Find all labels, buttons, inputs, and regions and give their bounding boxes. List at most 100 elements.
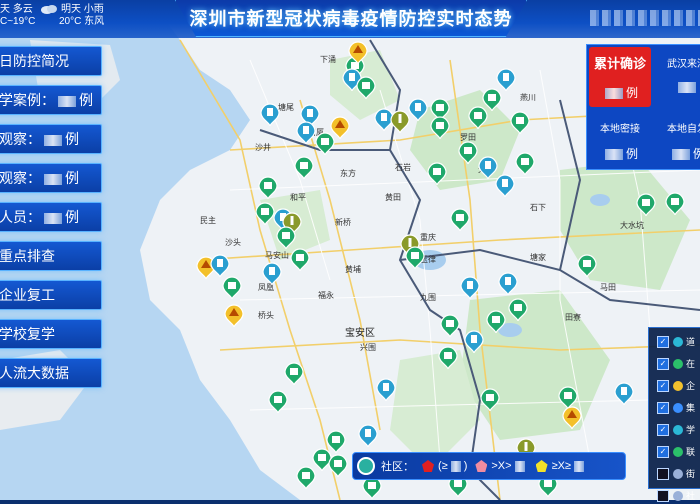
- legend-row[interactable]: ✓ 在: [649, 355, 700, 372]
- legend-row[interactable]: ✓ 集: [649, 399, 700, 416]
- layer-icon: [673, 380, 683, 391]
- left-menu: 日防控简况 学案例： 例 观察： 例 观察： 例 人员： 例 重点排查 企业复工 学校复…: [0, 46, 102, 397]
- map-label: 塘家: [530, 252, 546, 262]
- menu-label: 观察：: [0, 170, 41, 186]
- menu-label: 观察：: [0, 131, 41, 147]
- pentagon-pink-icon: [475, 460, 488, 472]
- community-range-high[interactable]: (≥): [422, 460, 467, 472]
- stat-suffix: 例: [625, 86, 638, 100]
- checkbox-icon[interactable]: ✓: [657, 379, 669, 392]
- legend-row[interactable]: 社: [649, 487, 700, 504]
- map-label: 新桥: [335, 217, 351, 227]
- range-label: (≥: [438, 460, 448, 472]
- menu-label: 学校复学: [0, 326, 55, 342]
- weather-tomorrow-desc: 明天 小雨: [61, 4, 104, 15]
- map-label: 沙井: [255, 142, 271, 152]
- weather-tomorrow-temp: 20°C 东风: [59, 16, 105, 27]
- map-label: 沙头: [225, 237, 241, 247]
- menu-label: 人流大数据: [0, 365, 69, 381]
- map-label: 马田: [600, 283, 616, 292]
- menu-suffix: 例: [79, 92, 93, 108]
- weather-tomorrow: 明天 小雨 20°C 东风: [40, 4, 104, 28]
- range-label: ≥X≥: [551, 460, 571, 472]
- community-filter-bar: 社区： (≥) >X> ≥X≥: [352, 452, 626, 480]
- menu-observation-2[interactable]: 观察： 例: [0, 163, 102, 193]
- layer-icon: [673, 468, 683, 479]
- checkbox-icon[interactable]: [657, 467, 669, 480]
- checkbox-icon[interactable]: ✓: [657, 335, 669, 348]
- checkbox-icon[interactable]: ✓: [657, 357, 669, 370]
- legend-row[interactable]: ✓ 学: [649, 421, 700, 438]
- cloud-rain-icon: [41, 5, 57, 14]
- map-label: 塘尾: [278, 102, 294, 112]
- redacted-value: [604, 149, 623, 161]
- stat-wuhan-label: 武汉来深: [667, 59, 700, 70]
- legend-row[interactable]: ✓ 道: [649, 333, 700, 350]
- community-range-low[interactable]: ≥X≥: [535, 460, 587, 472]
- redacted-value: [450, 460, 461, 472]
- menu-suffix: 例: [65, 209, 79, 225]
- menu-people-flow[interactable]: 人流大数据: [0, 358, 102, 388]
- legend-row[interactable]: ✓ 企: [649, 377, 700, 394]
- map-label: 重庆: [420, 232, 436, 242]
- map-label: 大水坑: [620, 220, 644, 230]
- checkbox-icon[interactable]: ✓: [657, 445, 669, 458]
- menu-daily-summary[interactable]: 日防控简况: [0, 46, 102, 76]
- redacted-value: [678, 82, 696, 94]
- menu-observation-1[interactable]: 观察： 例: [0, 124, 102, 154]
- stat-cumulative-value: 例: [589, 84, 651, 101]
- stat-local-self-label: 本地自发: [667, 124, 700, 135]
- layer-icon: [673, 490, 683, 501]
- legend-label: 道: [686, 337, 696, 347]
- legend-row[interactable]: 街: [649, 465, 700, 482]
- stat-local-close[interactable]: 本地密接 例: [592, 120, 648, 162]
- layer-icon: [673, 358, 683, 369]
- map-label: 九围: [420, 293, 436, 302]
- menu-suffix: 例: [65, 131, 79, 147]
- redacted-value: [671, 149, 690, 161]
- legend-label: 在: [686, 359, 696, 369]
- menu-label: 人员：: [0, 209, 41, 225]
- stat-cumulative[interactable]: 累计确诊 例: [589, 47, 651, 107]
- stat-local-self[interactable]: 本地自发 例: [662, 120, 700, 162]
- pentagon-red-icon: [422, 460, 434, 472]
- stat-local-close-value: 例: [592, 145, 648, 162]
- range-label: >X>: [491, 460, 512, 472]
- stat-suffix: 例: [692, 147, 700, 161]
- legend-label: 社: [686, 491, 696, 501]
- menu-cases[interactable]: 学案例： 例: [0, 85, 102, 115]
- stat-cumulative-label: 累计确诊: [593, 56, 646, 71]
- menu-school-resume[interactable]: 学校复学: [0, 319, 102, 349]
- menu-label: 企业复工: [0, 287, 55, 303]
- redacted-value: [44, 134, 62, 146]
- redacted-value: [44, 212, 62, 224]
- checkbox-icon[interactable]: ✓: [657, 401, 669, 414]
- datetime-redacted: [590, 10, 700, 26]
- map-label: 东方: [340, 168, 356, 178]
- stat-wuhan[interactable]: 武汉来深: [662, 55, 700, 94]
- menu-label: 日防控简况: [0, 53, 69, 69]
- community-range-mid[interactable]: >X>: [475, 460, 527, 472]
- pentagon-yellow-icon: [535, 460, 548, 472]
- menu-key-screening[interactable]: 重点排查: [0, 241, 102, 271]
- map-label: 罗田: [460, 133, 476, 142]
- map-label: 石岩: [395, 162, 411, 172]
- stat-wuhan-value: [662, 80, 700, 94]
- redacted-value: [573, 460, 584, 472]
- page-title: 深圳市新型冠状病毒疫情防控实时态势: [189, 9, 513, 29]
- redacted-value: [604, 88, 623, 100]
- checkbox-icon[interactable]: ✓: [657, 423, 669, 436]
- map-label: 福永: [318, 290, 334, 300]
- layer-icon: [673, 424, 683, 435]
- map-label: 下涌: [320, 54, 336, 64]
- legend-row[interactable]: ✓ 联: [649, 443, 700, 460]
- layer-legend: ✓ 道 ✓ 在 ✓ 企 ✓ 集 ✓ 学 ✓ 联 街 社: [648, 327, 700, 502]
- community-label: 社区：: [381, 461, 414, 473]
- location-icon[interactable]: [357, 457, 375, 475]
- layer-icon: [673, 402, 683, 413]
- layer-icon: [673, 446, 683, 457]
- legend-label: 集: [686, 403, 696, 413]
- menu-personnel[interactable]: 人员： 例: [0, 202, 102, 232]
- district-label: 宝安区: [345, 326, 375, 339]
- menu-enterprise-resume[interactable]: 企业复工: [0, 280, 102, 310]
